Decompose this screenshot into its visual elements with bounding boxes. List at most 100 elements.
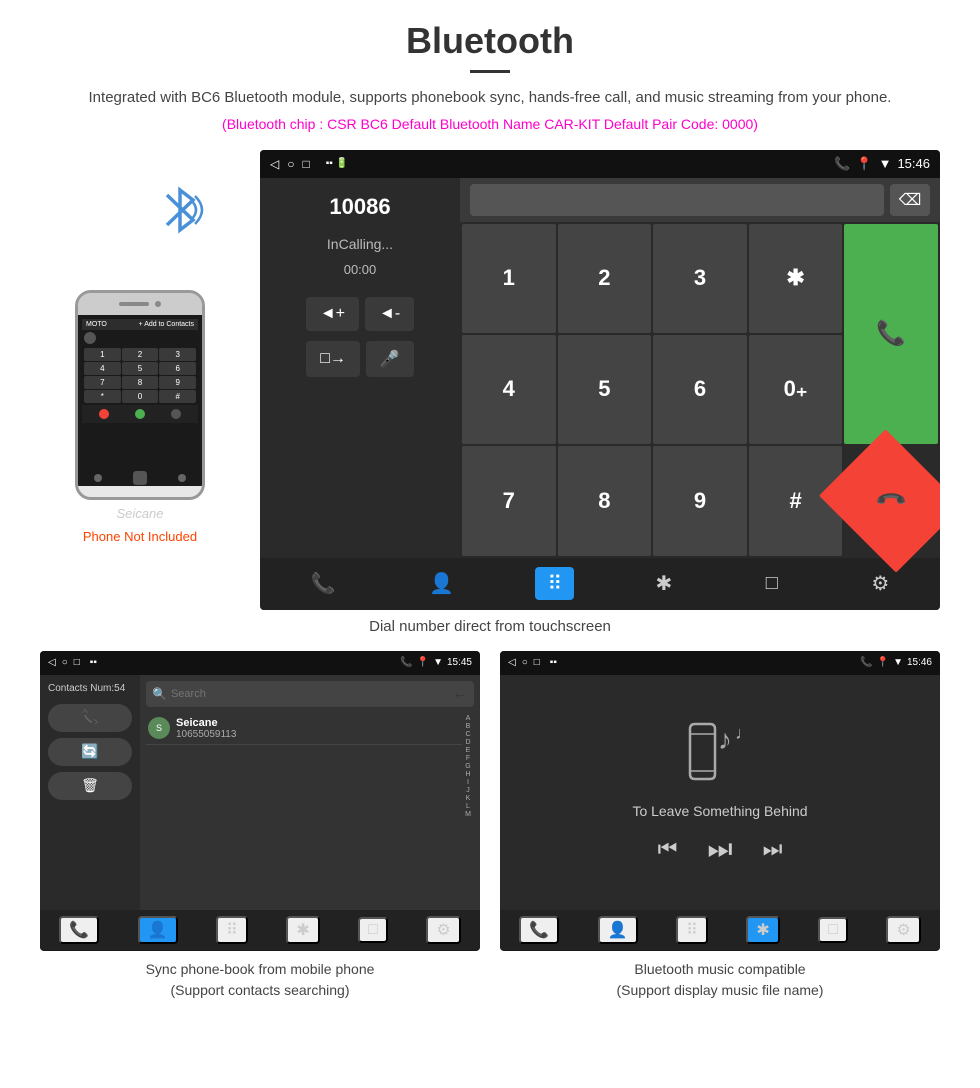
- pb-call-btn[interactable]: 📞: [48, 704, 132, 732]
- key-5[interactable]: 5: [558, 335, 652, 444]
- status-right-icons: 📞 📍 ▼ 15:46: [834, 156, 930, 172]
- vol-down-btn[interactable]: ◄-: [365, 297, 414, 331]
- pb-signal: ▪▪: [90, 657, 97, 668]
- title-divider: [470, 70, 510, 73]
- key-4[interactable]: 4: [462, 335, 556, 444]
- pb-btn-phone[interactable]: 📞: [59, 916, 99, 944]
- ms-wifi-icon: ▼: [893, 657, 903, 668]
- pb-btn-transfer[interactable]: □: [358, 917, 388, 943]
- car-bottom-dialpad[interactable]: ⠿: [535, 567, 574, 600]
- back-icon: ◁: [270, 157, 279, 171]
- phone-side: MOTO+ Add to Contacts 123 456 789 *0#: [40, 150, 240, 544]
- key-8[interactable]: 8: [558, 446, 652, 555]
- pb-contact-num: 10655059113: [176, 729, 460, 740]
- ms-loc-icon: 📍: [877, 657, 889, 668]
- ms-btn-settings[interactable]: ⚙: [886, 916, 920, 944]
- pb-contact-info: Seicane 10655059113: [176, 717, 460, 740]
- phonebook-caption: Sync phone-book from mobile phone (Suppo…: [40, 959, 480, 1001]
- ms-icon-area: ♪ ♩: [680, 719, 760, 789]
- key-3[interactable]: 3: [653, 224, 747, 333]
- dialed-number: 10086: [276, 194, 444, 220]
- calling-status: InCalling...: [276, 236, 444, 252]
- ms-signal: ▪▪: [550, 657, 557, 668]
- pb-status-bar: ◁ ○ □ ▪▪ 📞 📍 ▼ 15:45: [40, 651, 480, 675]
- subtitle: Integrated with BC6 Bluetooth module, su…: [40, 87, 940, 110]
- pb-search-input[interactable]: [171, 688, 448, 700]
- svg-text:♪: ♪: [718, 724, 732, 755]
- home-icon: ○: [287, 157, 294, 171]
- ms-phone-icon: 📞: [860, 657, 872, 668]
- main-screen-row: MOTO+ Add to Contacts 123 456 789 *0#: [40, 150, 940, 610]
- key-6[interactable]: 6: [653, 335, 747, 444]
- car-input-bar: ⌫: [460, 178, 940, 222]
- phone-not-included-label: Phone Not Included: [83, 529, 197, 544]
- ms-song-title: To Leave Something Behind: [632, 803, 807, 819]
- main-caption: Dial number direct from touchscreen: [40, 618, 940, 635]
- ms-back-icon: ◁: [508, 657, 516, 668]
- call-btn[interactable]: 📞: [844, 224, 938, 445]
- key-7[interactable]: 7: [462, 446, 556, 555]
- pb-back-icon: ◁: [48, 657, 56, 668]
- pb-btn-contacts[interactable]: 👤: [138, 916, 178, 944]
- car-left-panel: 10086 InCalling... 00:00 ◄+ ◄- □→ 🎤: [260, 178, 460, 558]
- key-9[interactable]: 9: [653, 446, 747, 555]
- car-bottom-contacts[interactable]: 👤: [417, 567, 466, 600]
- volume-row: ◄+ ◄-: [276, 297, 444, 331]
- car-bottom-bluetooth[interactable]: ✱: [644, 567, 685, 600]
- ms-time: 15:46: [907, 657, 932, 668]
- ms-controls: ⏮ ⏭ ⏭: [658, 833, 783, 866]
- apps-icon: □: [302, 157, 309, 171]
- key-2[interactable]: 2: [558, 224, 652, 333]
- car-bottom-transfer[interactable]: □: [754, 568, 790, 599]
- car-dialer-screen: ◁ ○ □ ▪▪ 🔋 📞 📍 ▼ 15:46 10086 InCalling..…: [260, 150, 940, 610]
- wifi-icon: ▼: [879, 156, 892, 171]
- ms-apps-icon: □: [534, 657, 540, 668]
- ms-home-icon: ○: [522, 657, 528, 668]
- pb-refresh-btn[interactable]: 🔄: [48, 738, 132, 766]
- phone-signal-icon: 📞: [834, 156, 850, 172]
- ms-btn-transfer[interactable]: □: [818, 917, 848, 943]
- ms-prev-btn[interactable]: ⏮: [658, 836, 678, 862]
- car-keypad-area: ⌫ 1 2 3 ✱ 📞 4 5 6 0₊ 7 8 9: [460, 178, 940, 558]
- phonebook-wrap: ◁ ○ □ ▪▪ 📞 📍 ▼ 15:45 Contacts Num:54 📞 �: [40, 651, 480, 1001]
- ms-btn-bt[interactable]: ✱: [746, 916, 779, 944]
- pb-time: 15:45: [447, 657, 472, 668]
- pb-back-arrow: ←: [452, 685, 468, 703]
- pb-btn-dialpad[interactable]: ⠿: [216, 916, 248, 944]
- ms-status-bar: ◁ ○ □ ▪▪ 📞 📍 ▼ 15:46: [500, 651, 940, 675]
- ms-next-btn[interactable]: ⏭: [763, 836, 783, 862]
- specs-line: (Bluetooth chip : CSR BC6 Default Blueto…: [40, 116, 940, 132]
- ms-play-btn[interactable]: ⏭: [707, 833, 732, 866]
- watermark: Seicane: [117, 506, 164, 521]
- car-status-bar: ◁ ○ □ ▪▪ 🔋 📞 📍 ▼ 15:46: [260, 150, 940, 178]
- ms-bottom-bar: 📞 👤 ⠿ ✱ □ ⚙: [500, 910, 940, 950]
- transfer-btn[interactable]: □→: [306, 341, 360, 377]
- music-caption: Bluetooth music compatible (Support disp…: [500, 959, 940, 1001]
- mic-btn[interactable]: 🎤: [366, 341, 414, 377]
- pb-wifi-icon: ▼: [433, 657, 443, 668]
- action-row: □→ 🎤: [276, 341, 444, 377]
- vol-up-btn[interactable]: ◄+: [306, 297, 359, 331]
- key-star[interactable]: ✱: [749, 224, 843, 333]
- ms-btn-contacts[interactable]: 👤: [598, 916, 638, 944]
- status-left-icons: ◁ ○ □ ▪▪ 🔋: [270, 157, 348, 171]
- pb-apps-icon: □: [74, 657, 80, 668]
- pb-delete-btn[interactable]: 🗑: [48, 772, 132, 800]
- pb-btn-settings[interactable]: ⚙: [426, 916, 460, 944]
- location-icon: 📍: [856, 156, 872, 172]
- pb-btn-bt[interactable]: ✱: [286, 916, 319, 944]
- page-title: Bluetooth: [40, 20, 940, 62]
- pb-contact-row[interactable]: S Seicane 10655059113: [146, 713, 462, 745]
- car-bottom-phone[interactable]: 📞: [299, 567, 348, 600]
- ms-body: ♪ ♩ To Leave Something Behind ⏮ ⏭ ⏭: [500, 675, 940, 910]
- ms-btn-phone[interactable]: 📞: [519, 916, 559, 944]
- status-indicators: ▪▪ 🔋: [326, 158, 348, 169]
- ms-btn-dialpad[interactable]: ⠿: [676, 916, 708, 944]
- key-0plus[interactable]: 0₊: [749, 335, 843, 444]
- key-1[interactable]: 1: [462, 224, 556, 333]
- car-screen-body: 10086 InCalling... 00:00 ◄+ ◄- □→ 🎤 ⌫: [260, 178, 940, 558]
- backspace-btn[interactable]: ⌫: [890, 184, 930, 216]
- pb-phone-icon: 📞: [400, 657, 412, 668]
- bluetooth-icon: [155, 180, 205, 240]
- pb-search-icon: 🔍: [152, 687, 167, 701]
